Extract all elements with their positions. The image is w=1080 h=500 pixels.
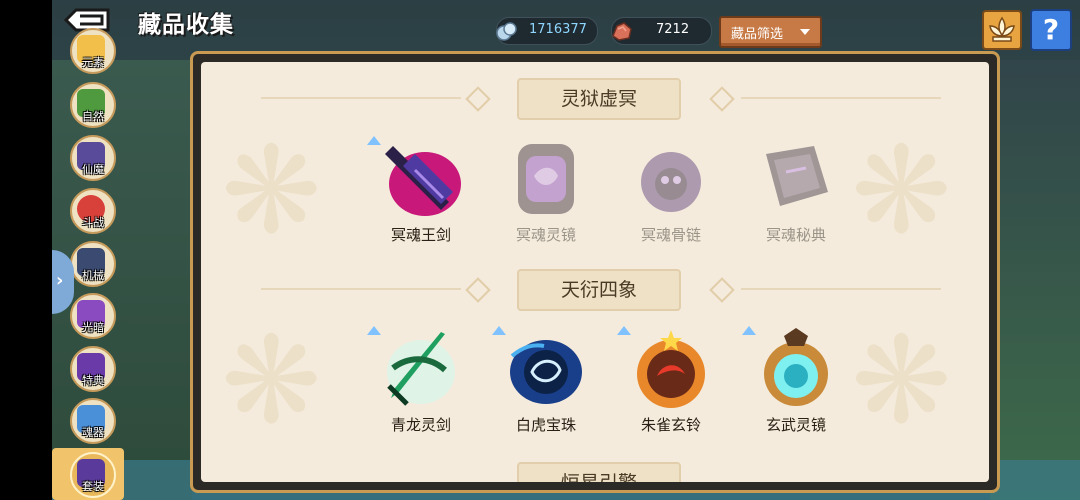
tiger-orb-icon <box>510 340 582 404</box>
collection-item[interactable]: 白虎宝珠 <box>482 326 592 436</box>
item-name: 朱雀玄铃 <box>640 416 701 434</box>
section-header: 灵狱虚冥 <box>201 78 989 120</box>
item-name: 玄武灵镜 <box>765 416 826 434</box>
collection-item[interactable]: 冥魂骨链 <box>607 136 717 246</box>
sidebar-item-label: 光暗 <box>82 321 104 334</box>
crystal-counter: 1716377 <box>496 17 598 45</box>
decorative-ornament: ❋ <box>851 122 952 261</box>
help-button[interactable]: ? <box>1030 9 1072 51</box>
sidebar-item-label: 斗战 <box>82 216 104 229</box>
crystal-amount: 1716377 <box>529 22 587 37</box>
sidebar-item-battle[interactable]: 斗战 <box>70 188 116 234</box>
sidebar-item-label: 魂器 <box>82 426 104 439</box>
item-name: 白虎宝珠 <box>515 416 576 434</box>
ore-counter: 7212 <box>611 17 712 45</box>
lotus-icon <box>989 16 1015 42</box>
collection-filter-dropdown[interactable]: 藏品筛选 <box>719 16 822 48</box>
ore-amount: 7212 <box>656 22 690 37</box>
item-name: 青龙灵剑 <box>390 416 451 434</box>
collection-item[interactable]: 冥魂灵镜 <box>482 136 592 246</box>
collection-scroll-area[interactable]: ❋ ❋ ❋ ❋ 灵狱虚冥 冥魂王剑 冥魂灵镜 冥魂骨链 冥魂秘典 天衍四象 青龙… <box>201 62 989 482</box>
background-cliff-right <box>990 60 1080 500</box>
decorative-ornament: ❋ <box>221 122 322 261</box>
sidebar-item-label: 元素 <box>82 56 104 69</box>
section-title: 天衍四象 <box>560 279 637 301</box>
item-name: 冥魂灵镜 <box>515 226 576 244</box>
phoenix-bell-icon <box>637 330 705 408</box>
item-name: 冥魂王剑 <box>390 226 451 244</box>
sidebar-item-label: 机械 <box>82 269 104 282</box>
section-header: 天衍四象 <box>201 269 989 311</box>
dragon-sword-icon <box>387 332 455 406</box>
sidebar-item-mech[interactable]: 机械 <box>70 241 116 287</box>
section-title: 恒星引擎 <box>517 468 681 482</box>
ore-icon <box>612 22 632 41</box>
tortoise-mirror-icon <box>764 328 828 406</box>
sidebar-item-light-dark[interactable]: 光暗 <box>70 293 116 339</box>
decorative-ornament: ❋ <box>221 312 322 451</box>
section-header: 恒星引擎 <box>201 462 989 482</box>
collection-item[interactable]: 冥魂秘典 <box>732 136 842 246</box>
item-name: 冥魂秘典 <box>765 226 826 244</box>
sidebar-item-label: 自然 <box>82 110 104 123</box>
sidebar-item-soul-vessel[interactable]: 魂器 <box>70 398 116 444</box>
sword-icon <box>385 146 461 216</box>
collection-item[interactable]: 青龙灵剑 <box>357 326 467 436</box>
item-name: 冥魂骨链 <box>640 226 701 244</box>
collection-item[interactable]: 朱雀玄铃 <box>607 326 717 436</box>
chevron-right-icon: › <box>56 270 64 291</box>
bone-chain-icon <box>641 152 701 212</box>
filter-label: 藏品筛选 <box>731 27 784 42</box>
decorative-ornament: ❋ <box>851 312 952 451</box>
sidebar-item-label: 仙魔 <box>82 163 104 176</box>
page-title: 藏品收集 <box>138 12 234 38</box>
collection-item[interactable]: 玄武灵镜 <box>732 326 842 436</box>
crystal-icon <box>496 22 517 41</box>
sidebar-item-immortal-demon[interactable]: 仙魔 <box>70 135 116 181</box>
section-title: 灵狱虚冥 <box>560 88 637 110</box>
sidebar-item-nature[interactable]: 自然 <box>70 82 116 128</box>
lotus-button[interactable] <box>982 10 1022 50</box>
sidebar-item-special[interactable]: 特典 <box>70 346 116 392</box>
sidebar-item-element[interactable]: 元素 <box>70 28 116 74</box>
chevron-down-icon <box>800 29 810 35</box>
top-bar: 藏品收集 1716377 7212 藏品筛选 ? <box>0 0 1080 51</box>
sidebar-item-label: 套装 <box>82 480 104 493</box>
sidebar-item-label: 特典 <box>82 374 104 387</box>
collection-item[interactable]: 冥魂王剑 <box>357 136 467 246</box>
sidebar-item-set[interactable]: 套装 <box>70 452 116 498</box>
book-icon <box>766 146 828 206</box>
mirror-icon <box>518 144 574 214</box>
collection-panel: ❋ ❋ ❋ ❋ 灵狱虚冥 冥魂王剑 冥魂灵镜 冥魂骨链 冥魂秘典 天衍四象 青龙… <box>190 51 1000 493</box>
